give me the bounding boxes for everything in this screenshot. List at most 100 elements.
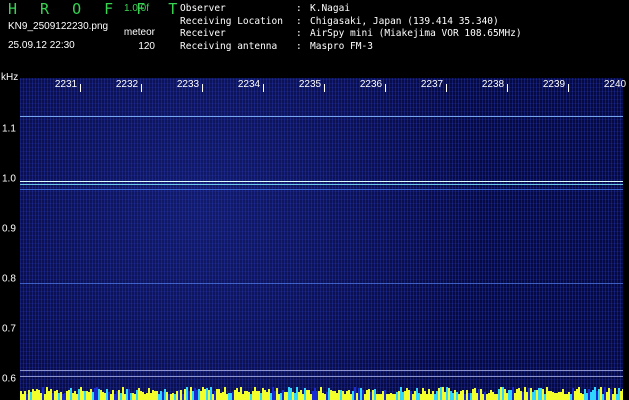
trace-line: [20, 184, 623, 185]
activity-bar: [324, 394, 326, 400]
activity-bar: [206, 388, 208, 400]
activity-bar: [294, 393, 296, 400]
trace-line: [20, 116, 623, 117]
activity-bar: [616, 394, 618, 400]
activity-bar: [564, 394, 566, 400]
activity-bar: [360, 388, 362, 400]
activity-bar: [528, 388, 530, 400]
activity-bar: [444, 392, 446, 400]
freq-tick-label: 1.0: [2, 173, 16, 185]
spectrogram-plot: [20, 78, 623, 400]
activity-bar: [394, 394, 396, 400]
activity-bar: [144, 394, 146, 400]
activity-bar: [216, 389, 218, 400]
activity-bar: [622, 389, 623, 400]
activity-bar: [224, 387, 226, 400]
activity-bar: [398, 391, 400, 400]
activity-bar: [470, 393, 472, 400]
filename-label: KN9_2509122230.png: [8, 21, 109, 32]
activity-bar: [96, 387, 98, 400]
activity-bar: [304, 388, 306, 400]
activity-bar: [94, 388, 96, 400]
activity-bar: [364, 394, 366, 400]
activity-bar: [136, 390, 138, 400]
activity-bar: [410, 391, 412, 400]
activity-bar: [238, 392, 240, 400]
activity-bar: [74, 391, 76, 400]
activity-bar: [322, 393, 324, 400]
activity-bar: [512, 387, 514, 400]
activity-bar: [522, 392, 524, 400]
activity-bar: [108, 392, 110, 400]
activity-bar: [406, 388, 408, 400]
time-tick-mark: [80, 84, 81, 92]
activity-bar: [332, 391, 334, 400]
activity-bar: [156, 391, 158, 400]
activity-bar: [446, 387, 448, 400]
activity-bar: [482, 394, 484, 400]
activity-bar: [188, 391, 190, 400]
activity-bar: [80, 387, 82, 400]
activity-bar: [432, 391, 434, 400]
activity-bar: [56, 390, 58, 400]
activity-bar: [214, 391, 216, 400]
activity-bar: [344, 394, 346, 400]
activity-bar: [250, 394, 252, 400]
activity-bar: [258, 391, 260, 400]
meta-row-antenna: Receiving antenna: Maspro FM-3: [180, 40, 373, 52]
datetime-label: 25.09.12 22:30: [8, 40, 75, 51]
activity-bar: [544, 394, 546, 400]
activity-bar: [318, 391, 320, 400]
activity-bar: [180, 390, 182, 400]
activity-bar: [32, 389, 34, 400]
activity-bar: [584, 389, 586, 400]
activity-bar: [166, 392, 168, 400]
activity-bar: [236, 388, 238, 400]
activity-bar: [120, 393, 122, 400]
activity-bar: [380, 394, 382, 400]
activity-bar: [346, 391, 348, 400]
activity-bar: [50, 389, 52, 400]
time-tick-mark: [385, 84, 386, 92]
activity-bar: [88, 392, 90, 400]
activity-bar: [200, 391, 202, 400]
activity-bar: [478, 389, 480, 400]
freq-tick-label: 0.8: [2, 273, 16, 285]
activity-bar: [210, 387, 212, 400]
activity-bar: [158, 394, 160, 400]
activity-bar: [606, 392, 608, 400]
activity-bar: [618, 388, 620, 400]
activity-bar: [26, 394, 28, 400]
activity-bar: [256, 391, 258, 400]
activity-bar: [28, 390, 30, 400]
activity-bar: [612, 394, 614, 400]
trace-line: [20, 181, 623, 182]
activity-bar: [218, 389, 220, 400]
activity-bar: [90, 389, 92, 400]
activity-bar: [20, 391, 22, 400]
activity-bar: [560, 392, 562, 400]
activity-bar: [600, 387, 602, 400]
activity-bar: [314, 388, 316, 400]
activity-bar: [462, 390, 464, 400]
activity-bar: [520, 391, 522, 400]
activity-bar: [246, 391, 248, 400]
activity-bar: [272, 387, 274, 400]
activity-bar: [230, 393, 232, 400]
activity-bar: [552, 392, 554, 400]
activity-bar: [350, 394, 352, 400]
activity-bar: [382, 391, 384, 400]
activity-bar: [70, 388, 72, 400]
activity-bar: [186, 387, 188, 400]
activity-bar: [390, 393, 392, 400]
activity-bar: [376, 394, 378, 400]
activity-bar: [48, 391, 50, 400]
trace-line: [20, 370, 623, 371]
activity-bar: [104, 393, 106, 400]
activity-bar: [368, 389, 370, 400]
activity-bar: [508, 390, 510, 400]
activity-bar: [244, 391, 246, 400]
activity-bar: [150, 393, 152, 400]
activity-bar: [30, 392, 32, 400]
activity-bar: [82, 391, 84, 400]
